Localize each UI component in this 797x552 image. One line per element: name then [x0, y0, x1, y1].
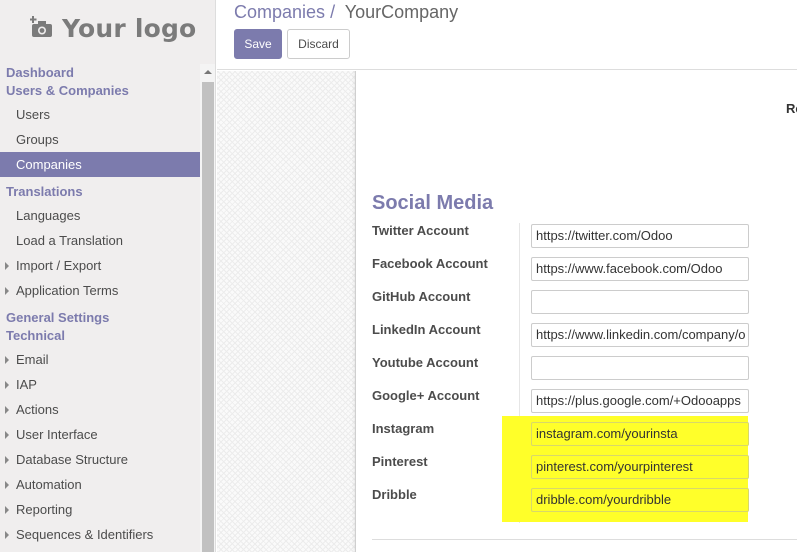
sidebar-scrollbar[interactable] [200, 64, 215, 552]
sidebar-item-user-interface[interactable]: User Interface [0, 422, 200, 447]
sidebar-item-companies[interactable]: Companies [0, 152, 200, 177]
sidebar-label: User Interface [16, 427, 98, 442]
sidebar-label: Automation [16, 477, 82, 492]
youtube-account-label: Youtube Account [372, 355, 479, 370]
instagram-input[interactable]: instagram.com/yourinsta [531, 422, 749, 446]
sidebar-label: Database Structure [16, 452, 129, 467]
dribble-input[interactable]: dribble.com/yourdribble [531, 488, 749, 512]
sidebar-label: Load a Translation [16, 233, 123, 248]
caret-right-icon [5, 481, 9, 489]
sidebar-label: Translations [6, 184, 83, 199]
scroll-up-arrow-icon[interactable] [204, 70, 212, 74]
github-account-label: GitHub Account [372, 289, 471, 304]
sidebar-label: Groups [16, 132, 59, 147]
social-media-title: Social Media [372, 192, 494, 214]
pinterest-label: Pinterest [372, 454, 428, 469]
sidebar-item-database-structure[interactable]: Database Structure [0, 447, 200, 472]
form-view: Re Social Media Twitter Account https://t… [217, 71, 797, 552]
sidebar-label: Languages [16, 208, 81, 223]
background-pattern [217, 71, 355, 552]
sidebar-label: Users & Companies [6, 83, 129, 98]
breadcrumb: Companies / YourCompany [234, 2, 458, 23]
field-row-facebook-account: Facebook Account https://www.facebook.com… [356, 256, 797, 289]
github-account-input[interactable] [531, 290, 749, 314]
sidebar-item-iap[interactable]: IAP [0, 372, 200, 397]
sidebar-item-actions[interactable]: Actions [0, 397, 200, 422]
section-divider [372, 539, 797, 540]
caret-right-icon [5, 531, 9, 539]
field-row-pinterest: Pinterest pinterest.com/yourpinterest [356, 454, 797, 487]
camera-plus-icon [29, 16, 54, 40]
logo[interactable]: Your logo [29, 10, 197, 46]
sidebar-label: Companies [16, 157, 82, 172]
sidebar-item-languages[interactable]: Languages [0, 203, 200, 228]
breadcrumb-current: YourCompany [344, 2, 459, 22]
field-row-dribble: Dribble dribble.com/yourdribble [356, 487, 797, 520]
breadcrumb-separator: / [330, 2, 336, 22]
sidebar-menu: Dashboard Users & Companies Users Groups Com… [0, 64, 200, 547]
sidebar-label: Sequences & Identifiers [16, 527, 154, 542]
sidebar-item-automation[interactable]: Automation [0, 472, 200, 497]
sidebar-label: Import / Export [16, 258, 102, 273]
field-row-linkedin-account: LinkedIn Account https://www.linkedin.com… [356, 322, 797, 355]
sidebar-label: Email [16, 352, 49, 367]
truncated-label: Re [786, 101, 797, 116]
caret-right-icon [5, 381, 9, 389]
linkedin-account-label: LinkedIn Account [372, 322, 481, 337]
caret-right-icon [5, 506, 9, 514]
twitter-account-input[interactable]: https://twitter.com/Odoo [531, 224, 749, 248]
sidebar-label: Dashboard [6, 65, 74, 80]
sidebar-label: General Settings [6, 310, 110, 325]
save-button[interactable]: Save [234, 29, 282, 59]
control-panel: Companies / YourCompany Save Discard [217, 0, 797, 70]
caret-right-icon [5, 262, 9, 270]
scrollbar-thumb[interactable] [202, 82, 214, 552]
social-media-fields: Twitter Account https://twitter.com/Odoo F… [356, 223, 797, 520]
sidebar: Your logo Dashboard Users & Companies User… [0, 0, 216, 552]
caret-right-icon [5, 356, 9, 364]
sidebar-item-load-a-translation[interactable]: Load a Translation [0, 228, 200, 253]
youtube-account-input[interactable] [531, 356, 749, 380]
discard-button[interactable]: Discard [287, 29, 350, 59]
instagram-label: Instagram [372, 421, 435, 436]
twitter-account-label: Twitter Account [372, 223, 469, 238]
sidebar-section-dashboard[interactable]: Dashboard [0, 64, 200, 82]
sidebar-item-application-terms[interactable]: Application Terms [0, 278, 200, 303]
form-sheet: Re Social Media Twitter Account https://t… [355, 71, 797, 552]
caret-right-icon [5, 406, 9, 414]
caret-right-icon [5, 287, 9, 295]
facebook-account-input[interactable]: https://www.facebook.com/Odoo [531, 257, 749, 281]
sidebar-item-import-export[interactable]: Import / Export [0, 253, 200, 278]
field-row-github-account: GitHub Account [356, 289, 797, 322]
caret-right-icon [5, 456, 9, 464]
sidebar-item-users[interactable]: Users [0, 102, 200, 127]
logo-text: Your logo [62, 13, 197, 43]
field-row-google-account: Google+ Account https://plus.google.com/+… [356, 388, 797, 421]
linkedin-account-input[interactable]: https://www.linkedin.com/company/o [531, 323, 749, 347]
facebook-account-label: Facebook Account [372, 256, 488, 271]
field-row-instagram: Instagram instagram.com/yourinsta [356, 421, 797, 454]
dribble-label: Dribble [372, 487, 417, 502]
sidebar-item-sequences-identifiers[interactable]: Sequences & Identifiers [0, 522, 200, 547]
sidebar-item-email[interactable]: Email [0, 347, 200, 372]
sidebar-section-general-settings[interactable]: General Settings [0, 309, 200, 327]
pinterest-input[interactable]: pinterest.com/yourpinterest [531, 455, 749, 479]
sidebar-label: Reporting [16, 502, 73, 517]
sidebar-label: Actions [16, 402, 59, 417]
breadcrumb-parent-link[interactable]: Companies [234, 2, 325, 22]
sidebar-label: Technical [6, 328, 66, 343]
sidebar-item-reporting[interactable]: Reporting [0, 497, 200, 522]
sidebar-item-groups[interactable]: Groups [0, 127, 200, 152]
caret-right-icon [5, 431, 9, 439]
sidebar-label: IAP [16, 377, 37, 392]
field-row-youtube-account: Youtube Account [356, 355, 797, 388]
sidebar-label: Application Terms [16, 283, 119, 298]
sidebar-section-technical[interactable]: Technical [0, 327, 200, 345]
sidebar-label: Users [16, 107, 50, 122]
google-account-input[interactable]: https://plus.google.com/+Odooapps [531, 389, 749, 413]
google-account-label: Google+ Account [372, 388, 480, 403]
sidebar-section-translations[interactable]: Translations [0, 183, 200, 201]
field-row-twitter-account: Twitter Account https://twitter.com/Odoo [356, 223, 797, 256]
sidebar-section-users-companies[interactable]: Users & Companies [0, 82, 200, 100]
